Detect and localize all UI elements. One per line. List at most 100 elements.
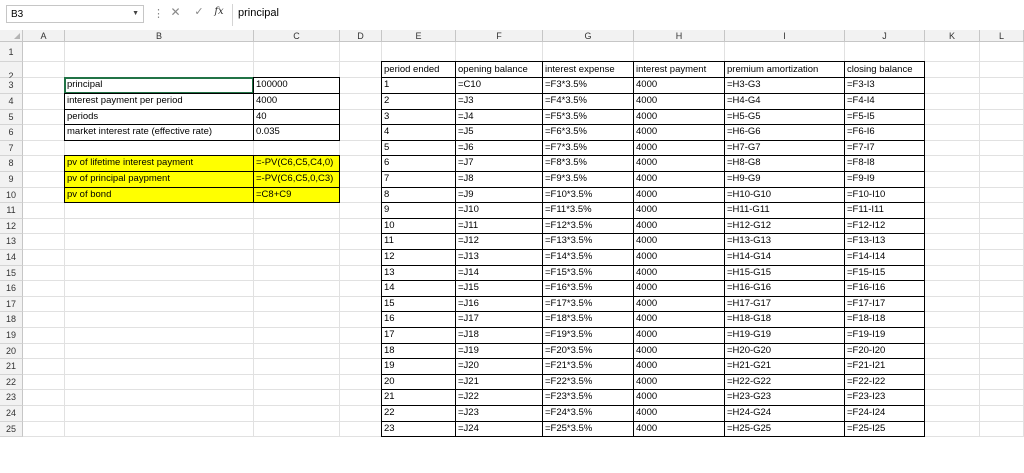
table-cell[interactable]: 7 <box>381 171 456 188</box>
table-cell[interactable]: =H15-G15 <box>724 264 845 282</box>
row-header[interactable]: 7 <box>0 140 23 157</box>
column-header-c[interactable]: C <box>254 30 340 42</box>
row-header[interactable]: 2 <box>0 62 23 81</box>
row-header[interactable]: 20 <box>0 343 23 360</box>
table-cell[interactable]: =F21-I21 <box>844 358 925 375</box>
table-cell[interactable]: =F20*3.5% <box>542 342 634 360</box>
table-cell[interactable]: =F6-I6 <box>844 124 925 141</box>
table-cell[interactable]: =F8-I8 <box>844 155 925 172</box>
table-cell[interactable]: =F12-I12 <box>844 217 925 235</box>
table-cell[interactable]: =F16-I16 <box>844 280 925 297</box>
table-cell[interactable]: 3 <box>381 108 456 126</box>
table-cell[interactable]: =J7 <box>455 155 543 172</box>
table-header[interactable]: interest expense <box>542 61 634 79</box>
table-cell[interactable]: 4000 <box>633 124 725 141</box>
table-cell[interactable]: 22 <box>381 405 456 422</box>
column-header-l[interactable]: L <box>980 30 1024 42</box>
table-header[interactable]: opening balance <box>455 61 543 79</box>
table-cell[interactable]: =C10 <box>455 77 543 94</box>
table-cell[interactable]: =F3-I3 <box>844 77 925 94</box>
row-header[interactable]: 25 <box>0 421 23 438</box>
table-cell[interactable]: 4000 <box>633 311 725 328</box>
table-header[interactable]: period ended <box>381 61 456 79</box>
table-cell[interactable]: =J3 <box>455 93 543 110</box>
table-cell[interactable]: 14 <box>381 280 456 297</box>
table-cell[interactable]: =H16-G16 <box>724 280 845 297</box>
table-cell[interactable]: 8 <box>381 186 456 204</box>
table-cell[interactable]: =F11*3.5% <box>542 202 634 219</box>
row-header[interactable]: 24 <box>0 406 23 422</box>
table-cell[interactable]: =H12-G12 <box>724 217 845 235</box>
row-header[interactable]: 15 <box>0 265 23 282</box>
table-cell[interactable]: =F15*3.5% <box>542 264 634 282</box>
table-cell[interactable]: =J19 <box>455 342 543 360</box>
table-cell[interactable]: =J8 <box>455 171 543 188</box>
table-cell[interactable]: =H20-G20 <box>724 342 845 360</box>
row-header[interactable]: 1 <box>0 42 23 62</box>
row-header[interactable]: 21 <box>0 359 23 375</box>
table-cell[interactable]: =J4 <box>455 108 543 126</box>
row-header[interactable]: 6 <box>0 125 23 141</box>
row-header[interactable]: 23 <box>0 390 23 406</box>
table-cell[interactable]: 1 <box>381 77 456 94</box>
row-header[interactable]: 3 <box>0 78 23 94</box>
name-box[interactable]: B3 ▼ <box>6 5 144 23</box>
table-cell[interactable]: 4000 <box>633 358 725 375</box>
chevron-down-icon[interactable]: ▼ <box>132 10 139 17</box>
table-cell[interactable]: =J20 <box>455 358 543 375</box>
table-cell[interactable]: =F15-I15 <box>844 264 925 282</box>
table-cell[interactable]: =F20-I20 <box>844 342 925 360</box>
table-cell[interactable]: =H14-G14 <box>724 249 845 266</box>
table-cell[interactable]: =H7-G7 <box>724 139 845 157</box>
table-cell[interactable]: 4000 <box>633 202 725 219</box>
table-cell[interactable]: =F17*3.5% <box>542 295 634 313</box>
column-header-k[interactable]: K <box>925 30 980 42</box>
table-cell[interactable]: 4 <box>381 124 456 141</box>
table-header[interactable]: interest payment <box>633 61 725 79</box>
input-value[interactable]: 0.035 <box>253 124 340 141</box>
table-cell[interactable]: 20 <box>381 373 456 391</box>
table-cell[interactable]: 4000 <box>633 139 725 157</box>
table-cell[interactable]: =H9-G9 <box>724 171 845 188</box>
table-cell[interactable]: =F22*3.5% <box>542 373 634 391</box>
table-cell[interactable]: =F19-I19 <box>844 327 925 344</box>
table-cell[interactable]: 11 <box>381 233 456 250</box>
row-header[interactable]: 9 <box>0 172 23 188</box>
table-cell[interactable]: =H19-G19 <box>724 327 845 344</box>
table-cell[interactable]: =H23-G23 <box>724 389 845 406</box>
pv-formula[interactable]: =-PV(C6,C5,0,C3) <box>253 171 340 188</box>
table-cell[interactable]: =H8-G8 <box>724 155 845 172</box>
table-cell[interactable]: =J23 <box>455 405 543 422</box>
x-icon[interactable]: ✕ <box>163 5 188 23</box>
table-cell[interactable]: 4000 <box>633 389 725 406</box>
table-cell[interactable]: =J16 <box>455 295 543 313</box>
table-cell[interactable]: 4000 <box>633 280 725 297</box>
table-cell[interactable]: =F23*3.5% <box>542 389 634 406</box>
table-cell[interactable]: 4000 <box>633 108 725 126</box>
table-cell[interactable]: =F22-I22 <box>844 373 925 391</box>
table-cell[interactable]: =F9*3.5% <box>542 171 634 188</box>
table-cell[interactable]: 5 <box>381 139 456 157</box>
table-cell[interactable]: =H6-G6 <box>724 124 845 141</box>
column-header-j[interactable]: J <box>845 30 925 42</box>
table-cell[interactable]: =J22 <box>455 389 543 406</box>
table-cell[interactable]: 2 <box>381 93 456 110</box>
table-cell[interactable]: =F4*3.5% <box>542 93 634 110</box>
input-label[interactable]: interest payment per period <box>64 93 254 110</box>
pv-formula[interactable]: =C8+C9 <box>253 186 340 204</box>
table-cell[interactable]: =H24-G24 <box>724 405 845 422</box>
table-cell[interactable]: =H22-G22 <box>724 373 845 391</box>
table-cell[interactable]: 9 <box>381 202 456 219</box>
table-cell[interactable]: =F11-I11 <box>844 202 925 219</box>
table-cell[interactable]: 4000 <box>633 186 725 204</box>
input-value[interactable]: 40 <box>253 108 340 126</box>
row-header[interactable]: 12 <box>0 218 23 235</box>
fx-icon[interactable]: fx <box>208 6 230 24</box>
row-header[interactable]: 13 <box>0 234 23 250</box>
table-cell[interactable]: =F13*3.5% <box>542 233 634 250</box>
row-header[interactable]: 18 <box>0 312 23 328</box>
table-cell[interactable]: 4000 <box>633 342 725 360</box>
table-cell[interactable]: =H11-G11 <box>724 202 845 219</box>
table-cell[interactable]: =F9-I9 <box>844 171 925 188</box>
table-cell[interactable]: =J11 <box>455 217 543 235</box>
